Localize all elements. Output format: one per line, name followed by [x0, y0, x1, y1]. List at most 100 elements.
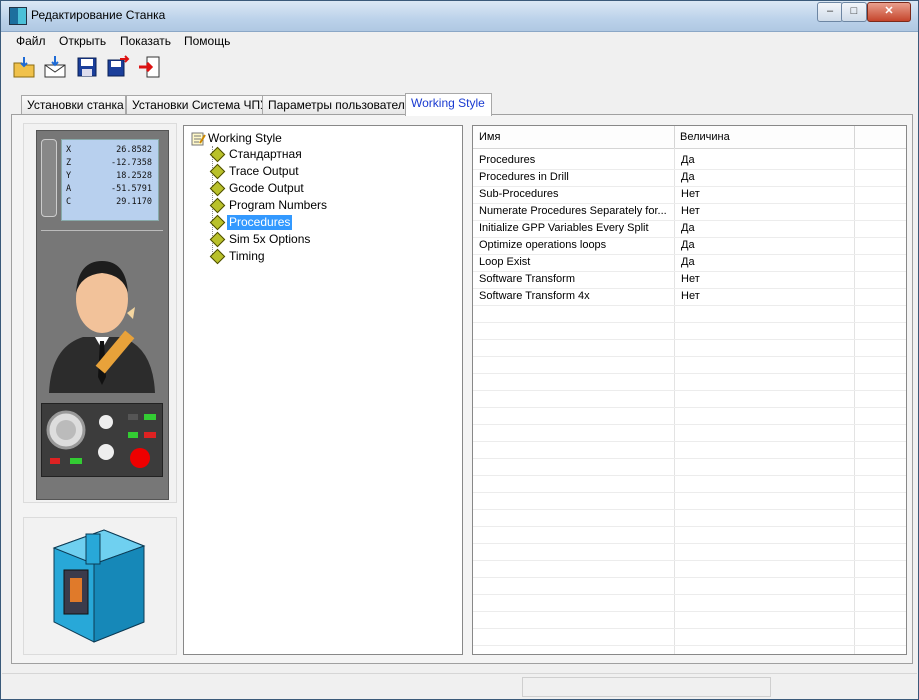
- machine-panel: X 26.8582 Z -12.7358 Y 18.2528 A -51.5791 C 2…: [23, 123, 177, 503]
- table-row[interactable]: Software Transform Нет: [473, 271, 906, 289]
- table-row[interactable]: [473, 322, 906, 340]
- cell-name: Software Transform: [479, 273, 575, 285]
- control-panel-illustration: [41, 403, 163, 477]
- table-row[interactable]: [473, 356, 906, 374]
- import-icon[interactable]: [43, 55, 67, 79]
- menu-bar: Файл Открыть Показать Помощь: [2, 32, 917, 50]
- table-row[interactable]: Procedures in Drill Да: [473, 169, 906, 187]
- table-row[interactable]: Initialize GPP Variables Every Split Да: [473, 220, 906, 238]
- dro-axis: C: [66, 197, 72, 207]
- minimize-button[interactable]: ‒: [817, 2, 843, 22]
- cell-value[interactable]: Нет: [675, 203, 851, 220]
- save-icon[interactable]: [75, 55, 99, 79]
- table-row[interactable]: Procedures Да: [473, 152, 906, 170]
- table-row[interactable]: Loop Exist Да: [473, 254, 906, 272]
- dro-value: 18.2528: [116, 171, 152, 181]
- tab-user-parameters[interactable]: Параметры пользователя: [262, 95, 411, 115]
- menu-show[interactable]: Показать: [120, 34, 171, 48]
- status-bar: [2, 673, 917, 699]
- cell-name: Sub-Procedures: [479, 188, 559, 200]
- table-row[interactable]: [473, 305, 906, 323]
- tree-item-label: Стандартная: [229, 147, 302, 161]
- divider: [41, 230, 163, 231]
- tree-item-label: Gcode Output: [229, 181, 304, 195]
- window-title: Редактирование Станка: [31, 8, 166, 22]
- dro-value: 26.8582: [116, 145, 152, 155]
- table-row[interactable]: [473, 509, 906, 527]
- status-panel: [522, 677, 771, 697]
- table-row[interactable]: [473, 373, 906, 391]
- cell-value[interactable]: Да: [675, 169, 851, 186]
- table-row[interactable]: [473, 560, 906, 578]
- dro-axis: X: [66, 145, 72, 155]
- exit-icon[interactable]: [137, 55, 161, 79]
- app-icon: [9, 7, 27, 25]
- table-row[interactable]: Numerate Procedures Separately for... Нет: [473, 203, 906, 221]
- dro-axis: Z: [66, 158, 72, 168]
- grid-header: Имя Величина: [473, 126, 906, 149]
- table-row[interactable]: [473, 407, 906, 425]
- table-row[interactable]: [473, 475, 906, 493]
- dro-value: -12.7358: [111, 158, 152, 168]
- menu-open[interactable]: Открыть: [59, 34, 106, 48]
- cell-value[interactable]: Нет: [675, 271, 851, 288]
- tab-cnc-settings[interactable]: Установки Система ЧПУ: [126, 95, 268, 115]
- save-as-icon[interactable]: [106, 55, 130, 79]
- tree-item-label: Sim 5x Options: [229, 232, 311, 246]
- tree-item-label: Timing: [229, 249, 265, 263]
- tree-root-label: Working Style: [208, 131, 282, 145]
- dro-display: X 26.8582 Z -12.7358 Y 18.2528 A -51.5791 C 2…: [61, 139, 159, 221]
- table-row[interactable]: [473, 458, 906, 476]
- menu-file[interactable]: Файл: [16, 34, 46, 48]
- toolbar: [2, 51, 917, 85]
- cell-name: Software Transform 4x: [479, 290, 590, 302]
- table-row[interactable]: [473, 339, 906, 357]
- table-row[interactable]: Sub-Procedures Нет: [473, 186, 906, 204]
- table-row[interactable]: [473, 577, 906, 595]
- cell-name: Optimize operations loops: [479, 239, 607, 251]
- table-row[interactable]: [473, 594, 906, 612]
- notepad-icon: [191, 132, 206, 146]
- table-row[interactable]: Optimize operations loops Да: [473, 237, 906, 255]
- cell-value[interactable]: Да: [675, 220, 851, 237]
- tree-item-label: Trace Output: [229, 164, 299, 178]
- tab-working-style[interactable]: Working Style: [405, 93, 492, 116]
- machine-3d-icon: [23, 517, 177, 655]
- column-header-value[interactable]: Величина: [674, 126, 855, 148]
- title-bar[interactable]: Редактирование Станка ‒ □ ✕: [1, 1, 918, 32]
- cell-name: Numerate Procedures Separately for...: [479, 205, 667, 217]
- maximize-button[interactable]: □: [841, 2, 867, 22]
- menu-help[interactable]: Помощь: [184, 34, 230, 48]
- settings-tree: Working Style Стандартная Trace Output G…: [183, 125, 463, 655]
- open-icon[interactable]: [12, 55, 36, 79]
- cell-value[interactable]: Нет: [675, 288, 851, 305]
- cell-name: Initialize GPP Variables Every Split: [479, 222, 649, 234]
- table-row[interactable]: [473, 611, 906, 629]
- table-row[interactable]: [473, 441, 906, 459]
- table-row[interactable]: [473, 492, 906, 510]
- dro-value: 29.1170: [116, 197, 152, 207]
- table-row[interactable]: [473, 424, 906, 442]
- dro-axis: A: [66, 184, 72, 194]
- tab-machine-settings[interactable]: Установки станка: [21, 95, 126, 115]
- cell-value[interactable]: Да: [675, 254, 851, 271]
- cnc-machine-illustration: X 26.8582 Z -12.7358 Y 18.2528 A -51.5791 C 2…: [36, 130, 169, 500]
- table-row[interactable]: Software Transform 4x Нет: [473, 288, 906, 306]
- property-grid: Имя Величина Procedures Да Procedures in D…: [472, 125, 907, 655]
- slot-icon: [41, 139, 57, 217]
- cell-value[interactable]: Нет: [675, 186, 851, 203]
- cell-value[interactable]: Да: [675, 237, 851, 254]
- table-row[interactable]: [473, 543, 906, 561]
- cell-name: Loop Exist: [479, 256, 531, 268]
- table-row[interactable]: [473, 390, 906, 408]
- dro-value: -51.5791: [111, 184, 152, 194]
- tree-item-label: Procedures: [227, 215, 293, 230]
- close-button[interactable]: ✕: [867, 2, 911, 22]
- dro-axis: Y: [66, 171, 72, 181]
- column-header-name[interactable]: Имя: [473, 126, 675, 148]
- cell-value[interactable]: Да: [675, 152, 851, 169]
- tree-item-label: Program Numbers: [229, 198, 328, 212]
- table-row[interactable]: [473, 628, 906, 646]
- table-row[interactable]: [473, 526, 906, 544]
- cell-name: Procedures: [479, 154, 536, 166]
